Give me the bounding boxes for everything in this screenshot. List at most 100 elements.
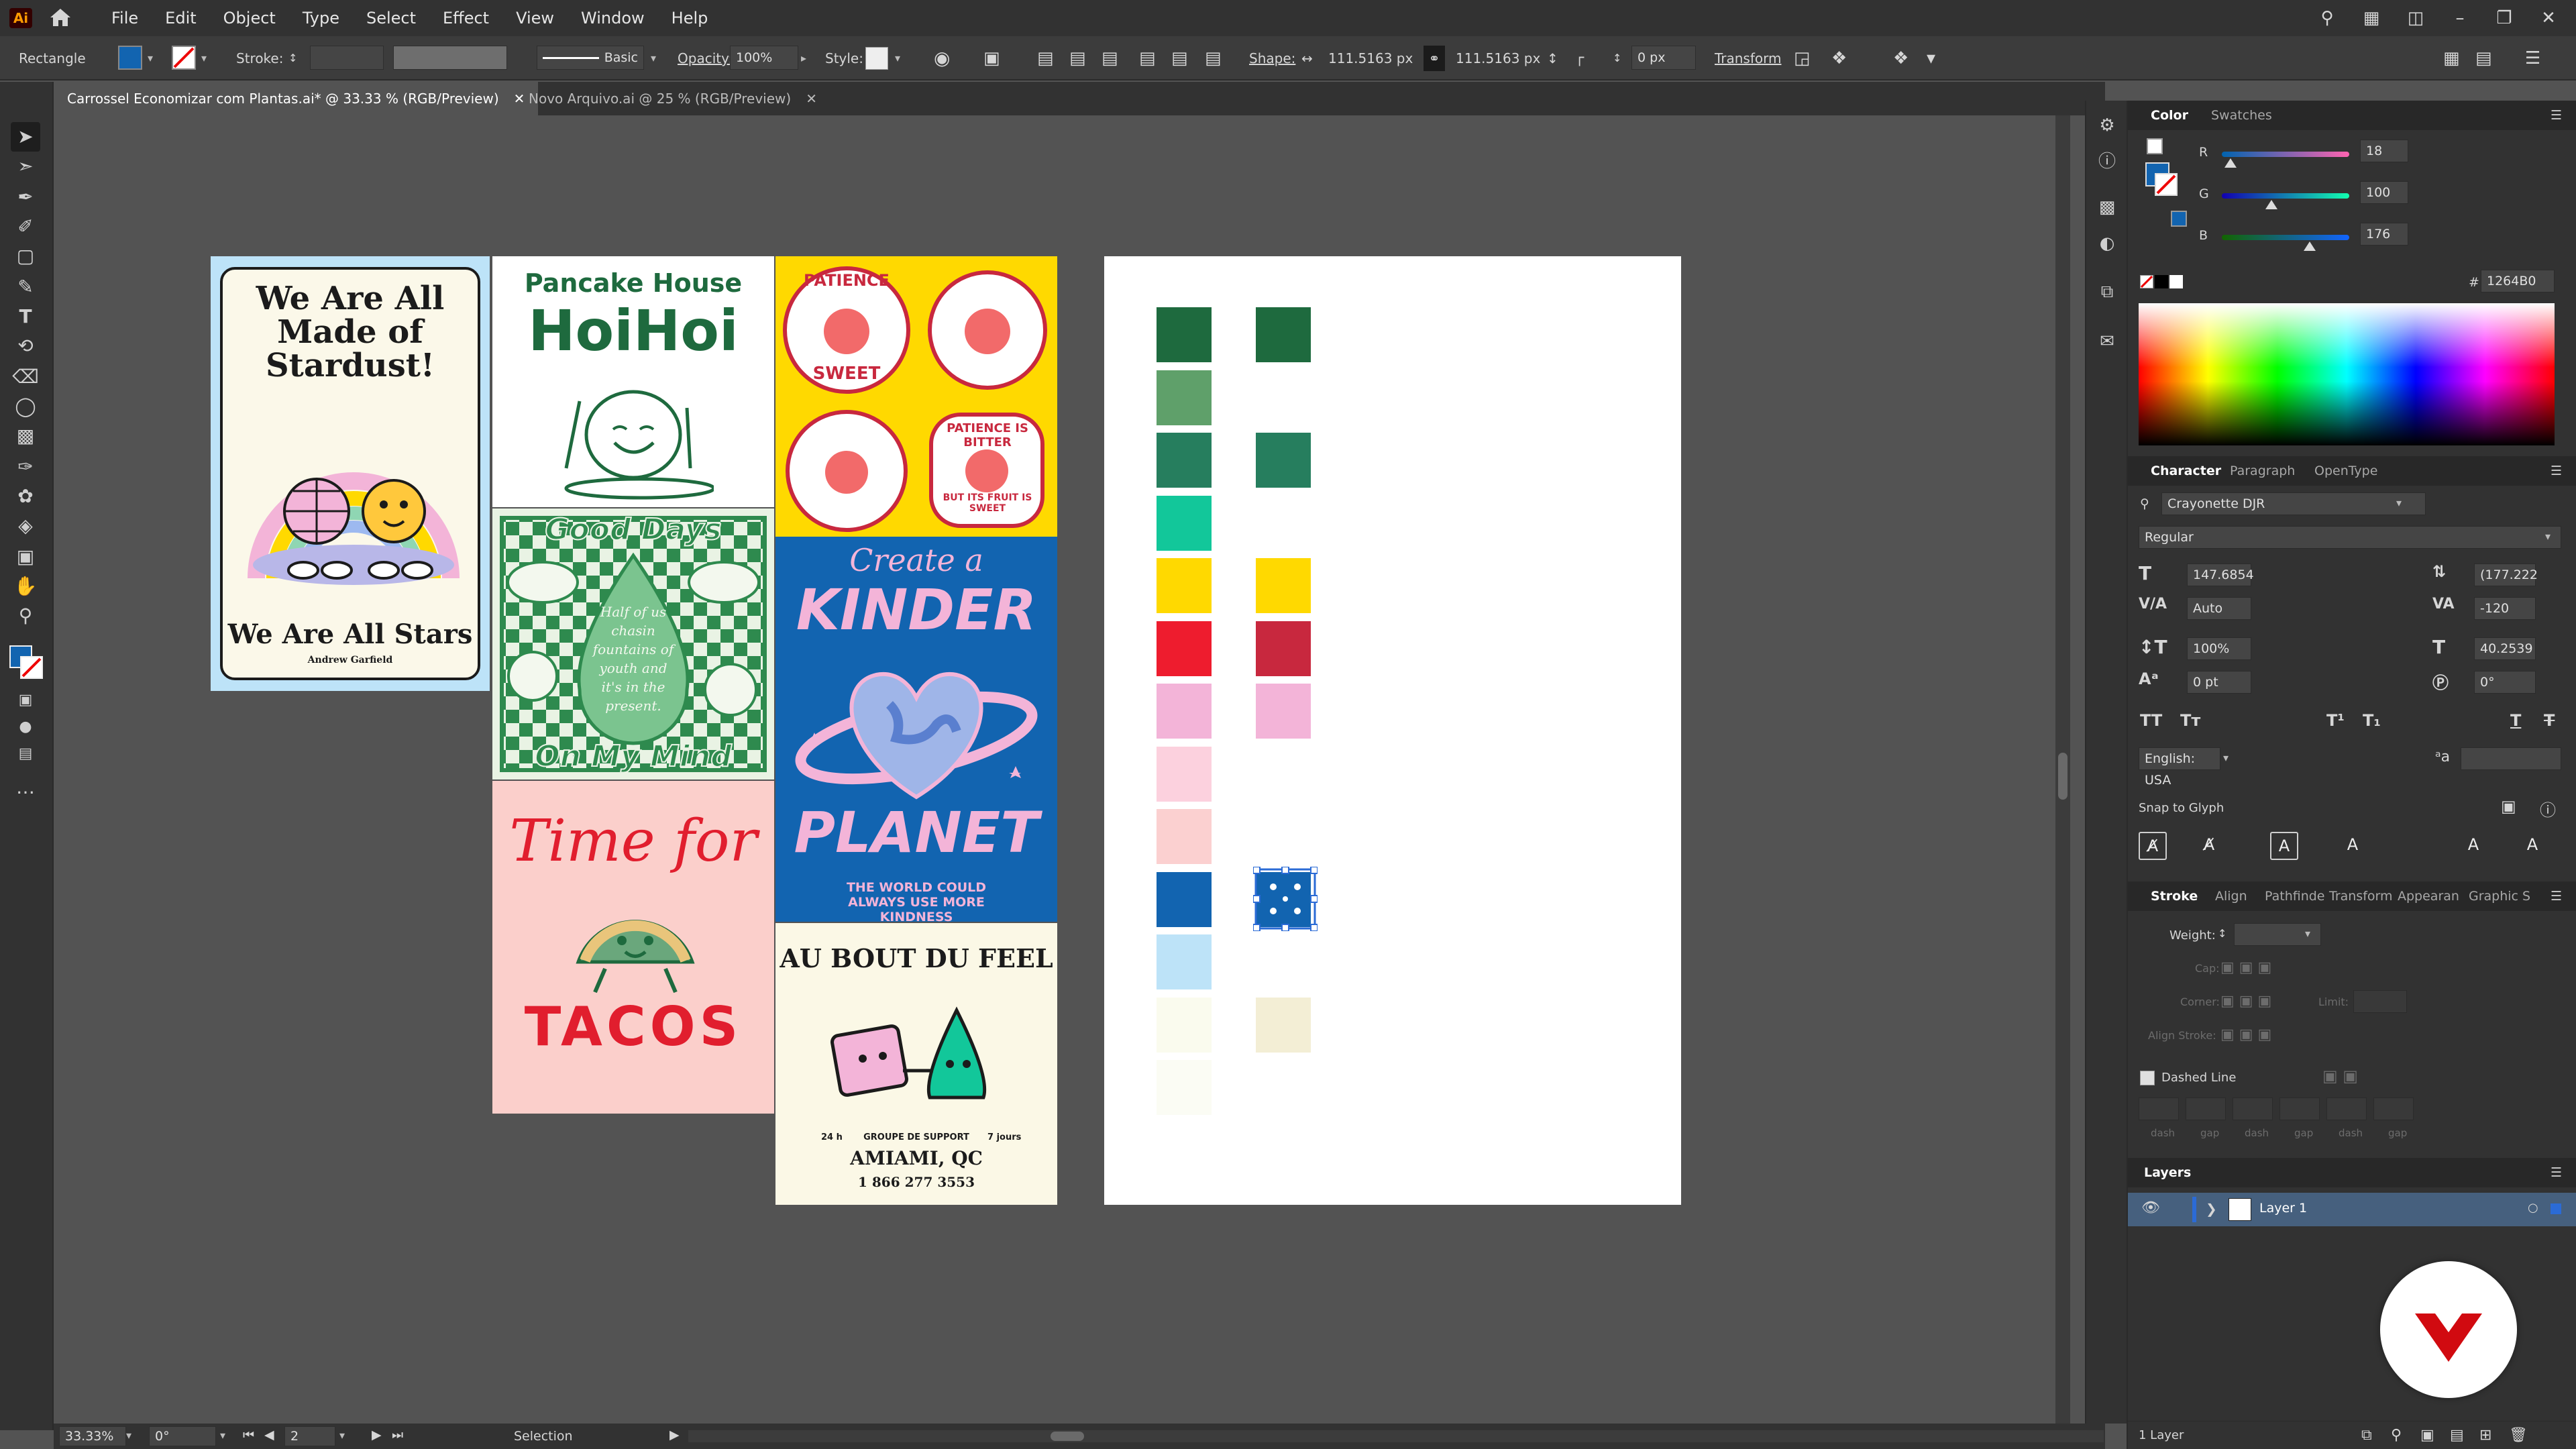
snap-baseline-icon[interactable]: A̸ bbox=[2139, 832, 2167, 860]
weight-stepper-icon[interactable]: ↕ bbox=[2218, 927, 2226, 940]
panel-menu-icon[interactable]: ☰ bbox=[2551, 456, 2562, 486]
artboard-kinder[interactable]: Create a KINDER PLANET THE WORLD COULD A… bbox=[775, 537, 1057, 922]
cap-buttons-icon[interactable]: ▣ ▣ ▣ bbox=[2220, 959, 2271, 976]
menu-file[interactable]: File bbox=[111, 0, 138, 36]
dash-align-icon[interactable]: ▣ ▣ bbox=[2322, 1067, 2358, 1085]
shape-builder-tool-icon[interactable]: ◈ bbox=[11, 511, 40, 541]
horizontal-scrollbar[interactable] bbox=[688, 1430, 2104, 1442]
b-value-field[interactable]: 176 bbox=[2360, 223, 2408, 246]
corner-radius-field[interactable]: 0 px bbox=[1631, 46, 1696, 70]
menu-edit[interactable]: Edit bbox=[165, 0, 196, 36]
font-family-field[interactable]: Crayonette DJR bbox=[2161, 492, 2426, 515]
shape-label[interactable]: Shape: bbox=[1249, 46, 1295, 71]
lasso-tool-icon[interactable]: ◯ bbox=[11, 392, 40, 421]
r-slider-knob[interactable] bbox=[2224, 158, 2237, 168]
layer-name[interactable]: Layer 1 bbox=[2259, 1201, 2307, 1216]
vertical-scale-field[interactable]: 100% bbox=[2187, 637, 2251, 660]
transform-label[interactable]: Transform bbox=[1715, 46, 1781, 71]
gradient-panel-icon[interactable]: ▩ bbox=[2094, 195, 2120, 220]
shape-builder-icon[interactable]: ❖ bbox=[1893, 46, 1909, 71]
artboard-dropdown-icon[interactable]: ▾ bbox=[339, 1429, 345, 1442]
r-slider[interactable] bbox=[2222, 152, 2349, 157]
b-slider-knob[interactable] bbox=[2304, 241, 2316, 251]
palette-swatch[interactable] bbox=[1256, 558, 1311, 613]
width-field[interactable]: 111.5163 px bbox=[1328, 46, 1413, 71]
stroke-swatch[interactable] bbox=[172, 46, 196, 70]
limit-field[interactable] bbox=[2353, 990, 2407, 1013]
anti-alias-field[interactable] bbox=[2461, 747, 2561, 770]
clipping-mask-icon[interactable]: ▣ bbox=[2420, 1427, 2434, 1444]
character-rotation-field[interactable]: 0° bbox=[2474, 671, 2536, 694]
corner-type-icon[interactable]: ┌ bbox=[1575, 46, 1584, 71]
palette-swatch[interactable] bbox=[1157, 621, 1212, 676]
palette-swatch[interactable] bbox=[1157, 1060, 1212, 1115]
tab-carrossel[interactable]: Carrossel Economizar com Plantas.ai* @ 3… bbox=[54, 82, 539, 115]
tab-align[interactable]: Align bbox=[2215, 881, 2247, 911]
r-value-field[interactable]: 18 bbox=[2360, 140, 2408, 162]
artboard-patience[interactable]: PATIENCE SWEET PATIENCE IS BITTER BUT IT… bbox=[775, 256, 1057, 537]
next-artboard-icon[interactable]: ▶ bbox=[372, 1428, 382, 1442]
zoom-tool-icon[interactable]: ⚲ bbox=[11, 601, 40, 631]
visibility-eye-icon[interactable]: 👁 bbox=[2141, 1199, 2160, 1216]
g-value-field[interactable]: 100 bbox=[2360, 181, 2408, 204]
vertical-scroll-thumb[interactable] bbox=[2058, 753, 2068, 800]
palette-swatch[interactable] bbox=[1256, 307, 1311, 362]
stroke-dropdown-icon[interactable]: ▾ bbox=[201, 46, 207, 71]
delete-layer-icon[interactable]: 🗑 bbox=[2509, 1427, 2528, 1444]
menu-select[interactable]: Select bbox=[366, 0, 416, 36]
palette-swatch[interactable] bbox=[1256, 433, 1311, 488]
artboard-pancake[interactable]: Pancake House HoiHoi bbox=[492, 256, 774, 507]
gradient-tool-icon[interactable]: ▩ bbox=[11, 421, 40, 451]
home-icon[interactable] bbox=[48, 7, 72, 28]
align-left-icon[interactable]: ▤ bbox=[1037, 46, 1054, 71]
palette-swatch[interactable] bbox=[1157, 495, 1212, 551]
eyedropper-tool-icon[interactable]: ✑ bbox=[11, 452, 40, 482]
color-stroke-indicator[interactable] bbox=[2155, 173, 2178, 196]
tab-pathfinder[interactable]: Pathfinde bbox=[2265, 881, 2325, 911]
snap-xheight-icon[interactable]: A̸ bbox=[2195, 832, 2223, 860]
color-spectrum[interactable] bbox=[2139, 303, 2555, 445]
edit-toolbar-icon[interactable]: … bbox=[11, 773, 40, 802]
dash-field[interactable] bbox=[2326, 1097, 2367, 1120]
tab-graphic-styles[interactable]: Graphic S bbox=[2469, 881, 2530, 911]
restore-icon[interactable]: ❐ bbox=[2490, 4, 2518, 32]
snap-angular-icon[interactable]: A bbox=[2459, 832, 2487, 860]
g-slider[interactable] bbox=[2222, 193, 2349, 199]
leading-field[interactable]: (177.222 bbox=[2474, 564, 2538, 586]
style-swatch[interactable] bbox=[865, 47, 888, 70]
snap-info-icon[interactable]: ⓘ bbox=[2540, 797, 2556, 820]
layer-row[interactable]: 👁 ❯ Layer 1 ○ bbox=[2128, 1193, 2576, 1226]
export-icon[interactable]: ⧉ bbox=[2094, 279, 2120, 305]
horizontal-scroll-thumb[interactable] bbox=[1051, 1432, 1084, 1441]
style-dropdown-icon[interactable]: ▾ bbox=[895, 46, 900, 71]
panel-grid-icon[interactable]: ▦ bbox=[2443, 46, 2460, 71]
font-size-field[interactable]: 147.6854 bbox=[2187, 564, 2254, 586]
new-sublayer-icon[interactable]: ▤ bbox=[2450, 1427, 2464, 1444]
align-top-icon[interactable]: ▤ bbox=[1139, 46, 1156, 71]
rectangle-tool-icon[interactable]: ▢ bbox=[11, 241, 40, 271]
tab-swatches[interactable]: Swatches bbox=[2211, 101, 2272, 130]
direct-selection-tool-icon[interactable]: ➣ bbox=[11, 152, 40, 181]
artboard-stardust[interactable]: We Are All Made of Stardust! We Are All … bbox=[211, 256, 490, 691]
color-mode-icon[interactable]: ▣ bbox=[11, 686, 40, 715]
properties-icon[interactable]: ⚙ bbox=[2094, 113, 2120, 138]
menu-type[interactable]: Type bbox=[303, 0, 339, 36]
fill-dropdown-icon[interactable]: ▾ bbox=[148, 46, 153, 71]
superscript-icon[interactable]: T¹ bbox=[2326, 711, 2345, 730]
canvas[interactable]: We Are All Made of Stardust! We Are All … bbox=[55, 115, 2104, 1424]
curvature-tool-icon[interactable]: ✐ bbox=[11, 212, 40, 241]
control-bar-menu-icon[interactable]: ☰ bbox=[2525, 46, 2540, 71]
hex-field[interactable]: 1264B0 bbox=[2481, 270, 2555, 292]
blend-tool-icon[interactable]: ✿ bbox=[11, 482, 40, 511]
zoom-field[interactable]: 33.33% bbox=[59, 1426, 126, 1446]
palette-swatch[interactable] bbox=[1157, 684, 1212, 739]
menu-view[interactable]: View bbox=[516, 0, 554, 36]
avatar[interactable] bbox=[2380, 1261, 2517, 1398]
tab-paragraph[interactable]: Paragraph bbox=[2230, 456, 2295, 486]
palette-swatch[interactable] bbox=[1157, 370, 1212, 425]
comments-icon[interactable]: ✉ bbox=[2094, 329, 2120, 354]
arrange-icon[interactable]: ◫ bbox=[2402, 4, 2430, 32]
horizontal-scale-field[interactable]: 40.2539 bbox=[2474, 637, 2536, 660]
transparency-icon[interactable]: ◐ bbox=[2094, 231, 2120, 256]
none-swatch-icon[interactable] bbox=[2140, 275, 2153, 288]
